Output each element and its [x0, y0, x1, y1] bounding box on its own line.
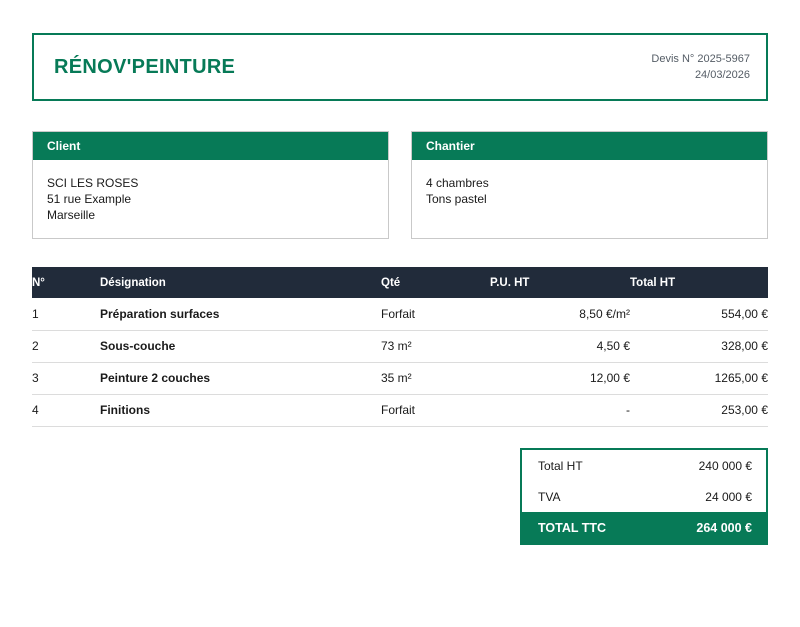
item-num: 1 [32, 298, 100, 330]
item-total-ht: 554,00 € [630, 298, 768, 330]
header-designation: Désignation [100, 267, 381, 298]
company-name: RÉNOV'PEINTURE [54, 56, 235, 79]
devis-document: RÉNOV'PEINTURE Devis N° 2025-5967 24/03/… [0, 0, 800, 627]
info-row: Client SCI LES ROSES 51 rue Example Mars… [32, 131, 768, 239]
items-table-head: N° Désignation Qté P.U. HT Total HT [32, 267, 768, 298]
client-box-body: SCI LES ROSES 51 rue Example Marseille [33, 160, 388, 238]
table-row: 2 Sous-couche 73 m² 4,50 € 328,00 € [32, 330, 768, 362]
items-table: N° Désignation Qté P.U. HT Total HT 1 Pr… [32, 267, 768, 427]
item-total-ht: 328,00 € [630, 330, 768, 362]
table-row: 4 Finitions Forfait - 253,00 € [32, 394, 768, 426]
item-pu-ht: 4,50 € [490, 330, 630, 362]
client-box-title: Client [33, 132, 388, 160]
item-designation: Sous-couche [100, 330, 381, 362]
total-ht-label: Total HT [538, 459, 583, 473]
total-ttc-row: TOTAL TTC 264 000 € [522, 512, 766, 543]
header-row: N° Désignation Qté P.U. HT Total HT [32, 267, 768, 298]
total-ht-row: Total HT 240 000 € [522, 450, 766, 481]
header-total-ht: Total HT [630, 267, 768, 298]
tva-row: TVA 24 000 € [522, 481, 766, 512]
devis-number: Devis N° 2025-5967 [651, 51, 750, 67]
header-qty: Qté [381, 267, 490, 298]
tva-value: 24 000 € [705, 490, 752, 504]
total-ttc-value: 264 000 € [696, 521, 752, 535]
chantier-line-rooms: 4 chambres [426, 175, 753, 191]
header-pu-ht: P.U. HT [490, 267, 630, 298]
totals-box: Total HT 240 000 € TVA 24 000 € TOTAL TT… [520, 448, 768, 545]
chantier-line-colors: Tons pastel [426, 191, 753, 207]
item-pu-ht: 12,00 € [490, 362, 630, 394]
total-ht-value: 240 000 € [699, 459, 752, 473]
chantier-box: Chantier 4 chambres Tons pastel [411, 131, 768, 239]
chantier-box-title: Chantier [412, 132, 767, 160]
item-num: 3 [32, 362, 100, 394]
item-total-ht: 1265,00 € [630, 362, 768, 394]
item-designation: Peinture 2 couches [100, 362, 381, 394]
item-num: 2 [32, 330, 100, 362]
item-num: 4 [32, 394, 100, 426]
item-qty: 73 m² [381, 330, 490, 362]
item-pu-ht: 8,50 €/m² [490, 298, 630, 330]
client-city: Marseille [47, 207, 374, 223]
item-qty: Forfait [381, 298, 490, 330]
table-row: 3 Peinture 2 couches 35 m² 12,00 € 1265,… [32, 362, 768, 394]
devis-meta: Devis N° 2025-5967 24/03/2026 [651, 51, 750, 83]
item-qty: 35 m² [381, 362, 490, 394]
client-name: SCI LES ROSES [47, 175, 374, 191]
item-pu-ht: - [490, 394, 630, 426]
total-ttc-label: TOTAL TTC [538, 521, 606, 535]
item-qty: Forfait [381, 394, 490, 426]
table-row: 1 Préparation surfaces Forfait 8,50 €/m²… [32, 298, 768, 330]
item-designation: Préparation surfaces [100, 298, 381, 330]
devis-date: 24/03/2026 [651, 67, 750, 83]
chantier-box-body: 4 chambres Tons pastel [412, 160, 767, 238]
item-total-ht: 253,00 € [630, 394, 768, 426]
document-header: RÉNOV'PEINTURE Devis N° 2025-5967 24/03/… [32, 33, 768, 101]
client-box: Client SCI LES ROSES 51 rue Example Mars… [32, 131, 389, 239]
client-address: 51 rue Example [47, 191, 374, 207]
header-num: N° [32, 267, 100, 298]
item-designation: Finitions [100, 394, 381, 426]
items-table-body: 1 Préparation surfaces Forfait 8,50 €/m²… [32, 298, 768, 426]
tva-label: TVA [538, 490, 560, 504]
